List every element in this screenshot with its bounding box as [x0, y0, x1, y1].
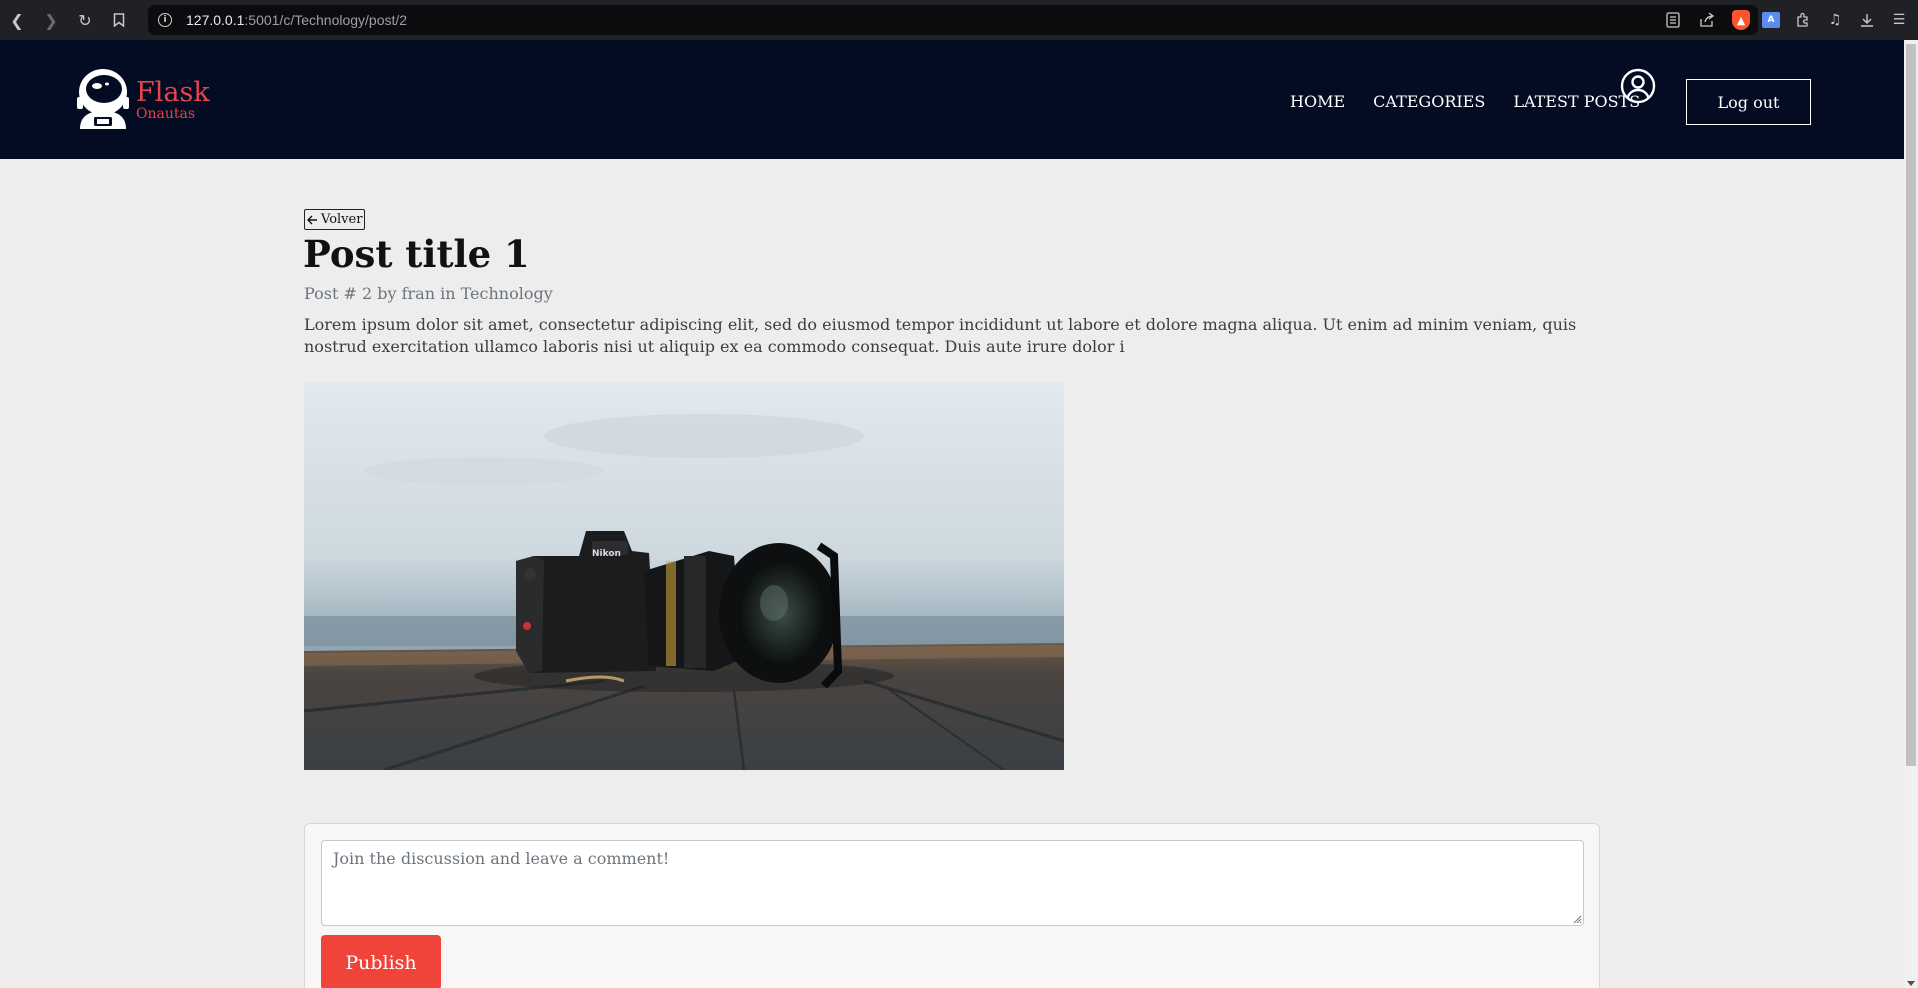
nav-home[interactable]: HOME [1290, 92, 1345, 111]
url-text[interactable]: 127.0.0.1:5001/c/Technology/post/2 [186, 12, 407, 28]
logo-brand: Flask [136, 77, 210, 108]
downloads-icon[interactable] [1858, 11, 1876, 29]
post-meta: Post # 2 by fran in Technology [304, 284, 553, 303]
page-scrollbar[interactable] [1904, 40, 1918, 988]
reader-mode-icon[interactable] [1664, 11, 1682, 29]
site-header: Flask Onautas HOME CATEGORIES LATEST POS… [0, 40, 1904, 159]
comment-input[interactable] [321, 840, 1584, 926]
menu-icon[interactable]: ☰ [1890, 11, 1908, 29]
scrollbar-thumb[interactable] [1906, 44, 1916, 766]
main-nav: HOME CATEGORIES LATEST POSTS [1290, 92, 1640, 111]
resize-grip-icon[interactable] [1573, 915, 1582, 924]
logo-subtitle: Onautas [136, 106, 196, 122]
media-icon[interactable]: ♫ [1826, 11, 1844, 29]
bookmark-icon[interactable] [102, 0, 136, 40]
extensions-icon[interactable] [1794, 11, 1812, 29]
logout-button[interactable]: Log out [1686, 79, 1811, 125]
share-icon[interactable] [1698, 11, 1716, 29]
forward-icon[interactable]: ❯ [34, 0, 68, 40]
comment-form: Publish [304, 823, 1600, 988]
user-account-icon[interactable] [1620, 68, 1656, 104]
nav-categories[interactable]: CATEGORIES [1373, 92, 1485, 111]
address-bar[interactable]: i 127.0.0.1:5001/c/Technology/post/2 ▲ [148, 5, 1758, 35]
post-title: Post title 1 [303, 232, 530, 276]
reload-icon[interactable]: ↻ [68, 0, 102, 40]
back-button-label: Volver [321, 212, 363, 227]
astronaut-logo-icon [77, 69, 129, 129]
camera-brand-text: Nikon [592, 549, 621, 559]
post-image: Nikon [304, 381, 1064, 770]
browser-toolbar: ❮ ❯ ↻ i 127.0.0.1:5001/c/Technology/post… [0, 0, 1918, 40]
back-icon[interactable]: ❮ [0, 0, 34, 40]
scroll-down-arrow-icon[interactable] [1907, 981, 1915, 986]
site-info-icon[interactable]: i [158, 13, 172, 27]
publish-button[interactable]: Publish [321, 935, 441, 988]
site-logo[interactable]: Flask Onautas [74, 65, 210, 129]
translate-icon[interactable]: A [1762, 12, 1780, 28]
brave-shields-icon[interactable]: ▲ [1732, 10, 1750, 30]
back-button[interactable]: Volver [304, 209, 366, 230]
arrow-left-icon [307, 215, 317, 224]
post-body: Lorem ipsum dolor sit amet, consectetur … [304, 315, 1577, 356]
